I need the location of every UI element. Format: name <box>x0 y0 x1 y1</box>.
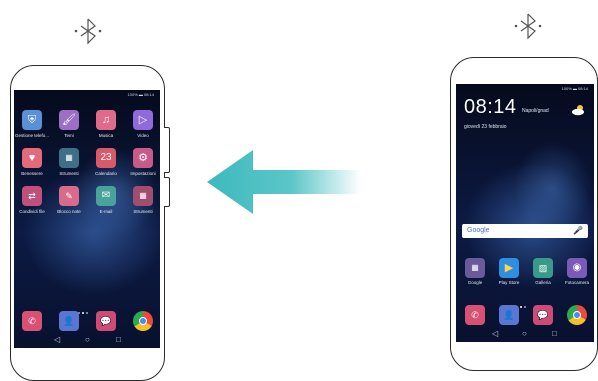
app-video[interactable]: ▷ <box>133 110 153 130</box>
gear-icon: ⚙ <box>138 151 148 164</box>
status-bar: 100% ▬ 08:14 <box>561 86 588 91</box>
music-note-icon: ♫ <box>101 113 111 126</box>
app-camera[interactable]: ◉ <box>567 258 587 278</box>
nav-back[interactable]: ◁ <box>492 330 498 338</box>
app-label: Calendario <box>95 171 117 176</box>
app-label: Google <box>467 280 483 285</box>
messages-icon: 💬 <box>537 309 549 320</box>
gallery-icon: ▨ <box>538 262 548 273</box>
app-themes[interactable]: 🖌 <box>59 110 79 130</box>
app-label: Temi <box>64 133 74 138</box>
app-phone-manager[interactable]: ⛨ <box>22 110 42 130</box>
phone-icon: ✆ <box>471 309 479 320</box>
clock-date: giovedì 23 febbraio <box>464 124 507 130</box>
right-phone-screen: 100% ▬ 08:14 08:14 Napoli/gnad giovedì 2… <box>456 84 594 342</box>
share-icon: ⇄ <box>28 190 36 201</box>
dock-messages[interactable]: 💬 <box>533 305 553 325</box>
app-label: Galleria <box>535 280 551 285</box>
app-tools-folder[interactable]: ▦ <box>59 148 79 168</box>
app-label: E-mail <box>99 209 113 214</box>
app-label: Play Store <box>498 280 520 285</box>
nav-home[interactable]: ○ <box>85 336 90 344</box>
contacts-icon: 👤 <box>503 309 515 320</box>
google-search-label: Google <box>467 227 490 234</box>
play-icon: ▷ <box>138 113 148 126</box>
right-bluetooth-icon <box>514 13 542 40</box>
shield-icon: ⛨ <box>27 113 37 126</box>
app-notepad[interactable]: ✎ <box>59 186 79 206</box>
dock-contacts[interactable]: 👤 <box>499 305 519 325</box>
transfer-arrow-icon <box>207 150 361 214</box>
app-email[interactable]: ✉ <box>96 186 116 206</box>
weather-cloud-icon <box>572 105 584 116</box>
email-icon: ✉ <box>101 190 111 201</box>
microphone-icon[interactable]: 🎤 <box>573 226 583 235</box>
messages-icon: 💬 <box>100 315 112 326</box>
brush-icon: 🖌 <box>62 113 76 126</box>
left-bluetooth-icon <box>74 18 102 45</box>
dock-phone[interactable]: ✆ <box>22 311 42 331</box>
clock-time: 08:14 <box>464 96 517 118</box>
nav-home[interactable]: ○ <box>522 330 527 338</box>
app-label: Condividi file <box>19 209 45 214</box>
chrome-icon <box>573 311 581 319</box>
app-label: Blocco note <box>57 209 81 214</box>
app-google-folder[interactable]: ▦ <box>465 258 485 278</box>
right-phone: 100% ▬ 08:14 08:14 Napoli/gnad giovedì 2… <box>450 57 598 371</box>
dock-phone[interactable]: ✆ <box>465 305 485 325</box>
calendar-icon: 23 <box>100 152 112 163</box>
dock-chrome[interactable] <box>567 305 587 325</box>
app-tools[interactable]: ▦ <box>133 186 153 206</box>
page-indicator <box>78 301 90 319</box>
app-health[interactable]: ♥ <box>22 148 42 168</box>
left-phone: 100% ▬ 08:14 ⛨ Gestione telefo... 🖌 Temi… <box>10 65 165 381</box>
google-folder-icon: ▦ <box>471 263 479 272</box>
dock-contacts[interactable]: 👤 <box>59 311 79 331</box>
left-phone-screen: 100% ▬ 08:14 ⛨ Gestione telefo... 🖌 Temi… <box>14 90 160 348</box>
app-label: Strumenti <box>59 171 79 176</box>
google-search-bar[interactable]: Google 🎤 <box>462 224 588 238</box>
folder-icon: ▦ <box>139 191 147 200</box>
nav-back[interactable]: ◁ <box>54 336 60 344</box>
dock-chrome[interactable] <box>133 311 153 331</box>
status-bar: 100% ▬ 08:14 <box>127 92 154 97</box>
notepad-icon: ✎ <box>65 190 73 201</box>
app-settings[interactable]: ⚙ <box>133 148 153 168</box>
app-label: Fotocamera <box>564 280 589 285</box>
app-label: Musica <box>98 133 114 138</box>
play-store-icon: ▶ <box>504 261 514 274</box>
app-label: Gestione telefo... <box>15 133 49 138</box>
contacts-icon: 👤 <box>63 315 75 326</box>
app-share-file[interactable]: ⇄ <box>22 186 42 206</box>
heart-icon: ♥ <box>28 151 36 164</box>
app-label: Benessere <box>21 171 43 176</box>
power-button <box>164 177 170 207</box>
app-label: Strumenti <box>133 209 153 214</box>
tools-folder-icon: ▦ <box>65 153 73 162</box>
app-play-store[interactable]: ▶ <box>499 258 519 278</box>
app-label: Video <box>137 133 149 138</box>
nav-recents[interactable]: □ <box>552 330 557 338</box>
app-gallery[interactable]: ▨ <box>533 258 553 278</box>
app-calendar[interactable]: 23 <box>96 148 116 168</box>
nav-recents[interactable]: □ <box>116 336 121 344</box>
clock-location: Napoli/gnad <box>522 108 549 114</box>
dock-messages[interactable]: 💬 <box>96 311 116 331</box>
chrome-icon <box>139 317 147 325</box>
app-music[interactable]: ♫ <box>96 110 116 130</box>
app-label: Impostazioni <box>130 171 156 176</box>
phone-icon: ✆ <box>28 315 36 326</box>
volume-button <box>164 127 170 173</box>
camera-icon: ◉ <box>572 262 582 273</box>
